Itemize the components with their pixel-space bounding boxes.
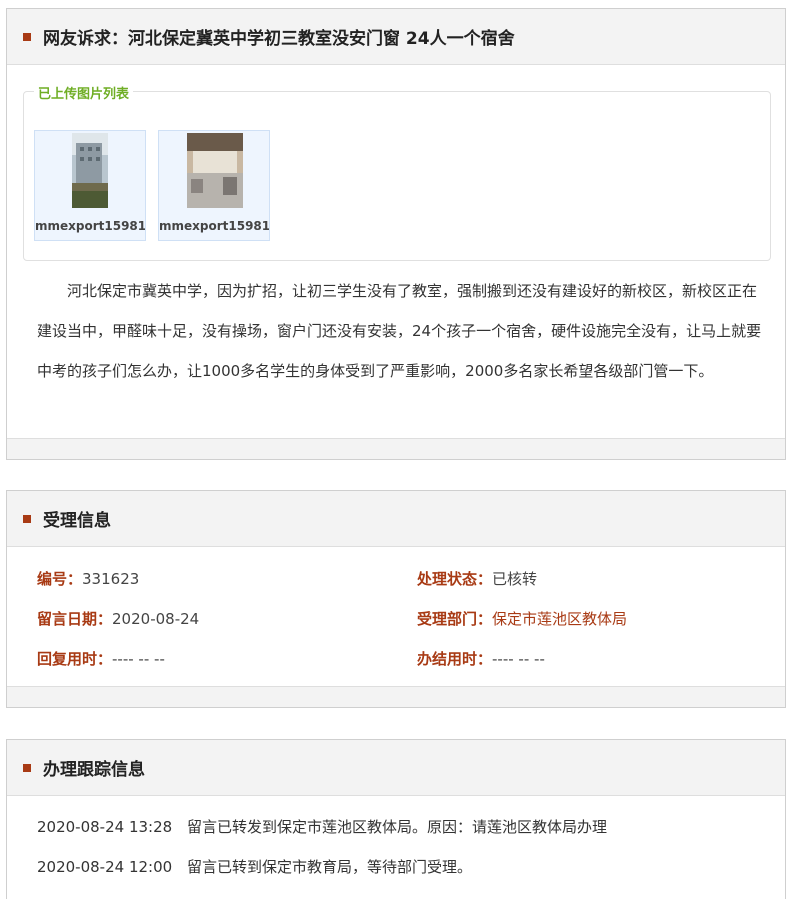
image-thumbnail[interactable]: mmexport15981 <box>34 130 146 241</box>
image-caption: mmexport15981 <box>159 219 269 233</box>
square-bullet-icon <box>23 763 31 772</box>
finish-time-label: 办结用时： <box>417 650 493 668</box>
uploaded-images-legend: 已上传图片列表 <box>34 83 134 102</box>
reply-time-label: 回复用时： <box>37 650 113 668</box>
id-label: 编号： <box>37 570 83 588</box>
reply-time-value: ---- -- -- <box>112 650 165 668</box>
id-value: 331623 <box>82 570 140 588</box>
acceptance-header: 受理信息 <box>7 491 785 547</box>
complaint-title: 网友诉求：河北保定冀英中学初三教室没安门窗 24人一个宿舍 <box>43 29 515 49</box>
tracking-entry: 2020-08-24 13:28 留言已转发到保定市莲池区教体局。原因：请莲池区教… <box>37 816 607 837</box>
image-caption: mmexport15981 <box>35 219 145 233</box>
tracking-entry: 2020-08-24 12:00 留言已转到保定市教育局，等待部门受理。 <box>37 856 472 877</box>
dept-label: 受理部门： <box>417 610 493 628</box>
acceptance-panel: 受理信息 编号：331623 处理状态：已核转 留言日期：2020-08-24 … <box>6 490 786 708</box>
building-photo-icon <box>72 133 108 208</box>
id-row: 编号：331623 <box>37 568 139 589</box>
tracking-panel: 办理跟踪信息 2020-08-24 13:28 留言已转发到保定市莲池区教体局。原… <box>6 739 786 899</box>
panel-footer <box>7 686 785 707</box>
dept-link[interactable]: 保定市莲池区教体局 <box>492 610 627 628</box>
panel-footer <box>7 438 785 459</box>
complaint-header: 网友诉求：河北保定冀英中学初三教室没安门窗 24人一个宿舍 <box>7 9 785 65</box>
tracking-time: 2020-08-24 13:28 <box>37 818 173 836</box>
date-value: 2020-08-24 <box>112 610 200 628</box>
tracking-text: 留言已转发到保定市莲池区教体局。原因：请莲池区教体局办理 <box>187 818 608 836</box>
date-label: 留言日期： <box>37 610 113 628</box>
square-bullet-icon <box>23 514 31 523</box>
square-bullet-icon <box>23 32 31 41</box>
tracking-header: 办理跟踪信息 <box>7 740 785 796</box>
dept-row: 受理部门：保定市莲池区教体局 <box>417 608 627 629</box>
status-label: 处理状态： <box>417 570 493 588</box>
finish-time-value: ---- -- -- <box>492 650 545 668</box>
interior-photo-icon <box>187 133 243 208</box>
tracking-title: 办理跟踪信息 <box>43 760 145 780</box>
status-row: 处理状态：已核转 <box>417 568 537 589</box>
image-thumbnail[interactable]: mmexport15981 <box>158 130 270 241</box>
uploaded-images-box: 已上传图片列表 mmexport15981 mmexport15981 <box>23 83 771 261</box>
tracking-time: 2020-08-24 12:00 <box>37 858 173 876</box>
complaint-body: 河北保定市冀英中学，因为扩招，让初三学生没有了教室，强制搬到还没有建设好的新校区… <box>37 282 762 380</box>
date-row: 留言日期：2020-08-24 <box>37 608 199 629</box>
reply-time-row: 回复用时：---- -- -- <box>37 648 165 669</box>
acceptance-title: 受理信息 <box>43 511 111 531</box>
status-value: 已核转 <box>492 570 538 588</box>
finish-time-row: 办结用时：---- -- -- <box>417 648 545 669</box>
tracking-text: 留言已转到保定市教育局，等待部门受理。 <box>187 858 473 876</box>
complaint-panel: 网友诉求：河北保定冀英中学初三教室没安门窗 24人一个宿舍 已上传图片列表 mm… <box>6 8 786 460</box>
